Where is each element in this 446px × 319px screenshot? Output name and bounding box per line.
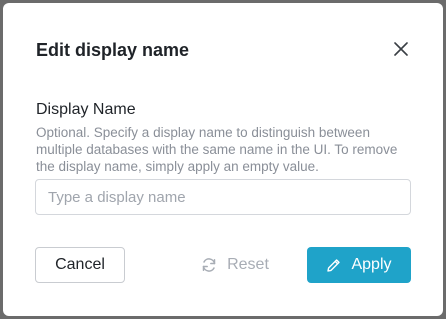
display-name-help-text: Optional. Specify a display name to dist… [36,125,398,174]
reset-button-label: Reset [227,256,269,273]
cancel-button[interactable]: Cancel [35,247,125,283]
apply-button-label: Apply [351,256,392,273]
edit-display-name-dialog: Edit display name Display Name Optional.… [3,3,443,316]
display-name-input[interactable] [35,179,411,215]
close-icon [394,41,408,61]
display-name-label: Display Name [36,101,136,118]
reset-button[interactable]: Reset [193,247,277,283]
close-button[interactable] [391,41,411,61]
apply-button[interactable]: Apply [307,247,411,283]
cancel-button-label: Cancel [55,256,105,273]
dialog-title: Edit display name [36,40,190,60]
refresh-icon [201,257,217,273]
pencil-icon [326,258,341,273]
